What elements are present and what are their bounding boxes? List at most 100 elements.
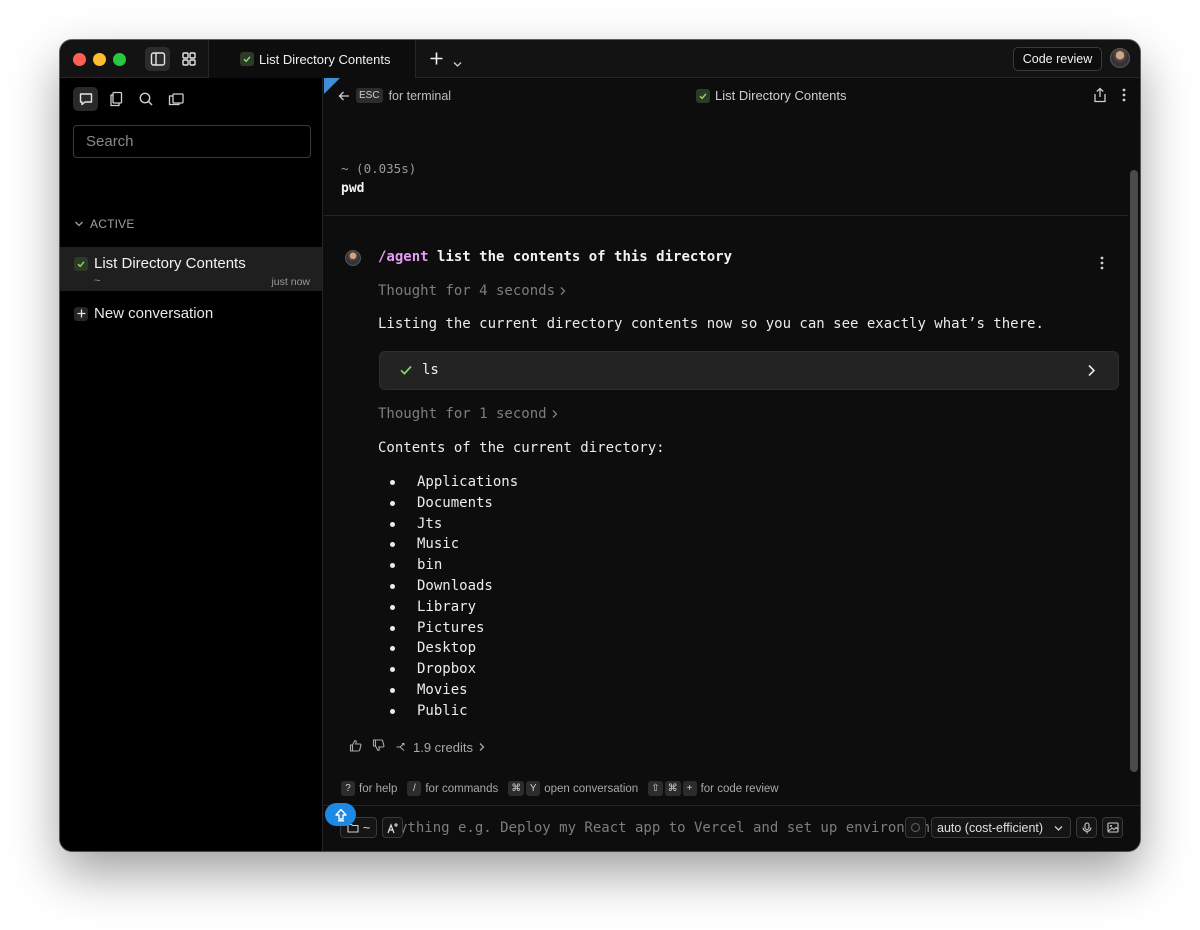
esc-key: ESC: [356, 88, 383, 103]
chevron-down-icon: [75, 221, 83, 227]
thought-label: Thought for 4 seconds: [378, 283, 556, 299]
shift-key: ⇧: [648, 781, 663, 796]
agent-prompt: /agent list the contents of this directo…: [378, 249, 732, 265]
search-input[interactable]: [73, 125, 311, 158]
app-window: List Directory Contents Code review Sear…: [60, 40, 1140, 851]
list-item: Dropbox: [390, 659, 518, 680]
new-conversation-button[interactable]: New conversation: [74, 305, 213, 322]
chevron-right-icon: [1088, 364, 1096, 377]
title-bar: List Directory Contents Code review: [60, 40, 1140, 78]
grid-icon: [181, 52, 196, 66]
grid-view-button[interactable]: [176, 47, 201, 71]
thumbs-down-icon: [372, 739, 385, 752]
thought-toggle-1[interactable]: Thought for 4 seconds: [378, 283, 567, 299]
feedback-row: 1.9 credits: [349, 739, 486, 755]
thumbs-up-button[interactable]: [349, 739, 362, 755]
command-block-text: ls: [422, 362, 439, 378]
check-icon: [240, 52, 254, 66]
search-tab[interactable]: [133, 87, 158, 111]
new-tab-menu-button[interactable]: [453, 55, 462, 73]
toggle-sidebar-button[interactable]: [145, 47, 170, 71]
attach-image-button[interactable]: [1102, 817, 1123, 838]
voice-input-button[interactable]: [1076, 817, 1097, 838]
fork-icon: [396, 742, 405, 751]
conversation-item[interactable]: List Directory Contents ~ just now: [60, 247, 322, 291]
plus-icon: [430, 52, 443, 65]
check-icon: [74, 257, 88, 271]
hint-label: for commands: [425, 782, 499, 795]
plus-icon: [74, 306, 88, 321]
spinner-icon: [910, 822, 921, 833]
warp-drive-floating-button[interactable]: [325, 803, 356, 826]
files-tab[interactable]: [103, 87, 128, 111]
scrollbar[interactable]: [1128, 168, 1140, 776]
arrow-up-icon: [334, 808, 347, 821]
auto-suggest-button[interactable]: [382, 817, 403, 838]
share-button[interactable]: [1092, 87, 1108, 108]
hint-label: open conversation: [544, 782, 639, 795]
command-meta: ~ (0.035s): [341, 161, 417, 176]
command-block[interactable]: ls: [379, 351, 1119, 390]
conversation-header: ESC for terminal List Directory Contents: [324, 78, 1140, 114]
cmd-key: ⌘: [508, 781, 525, 796]
zoom-window-button[interactable]: [113, 53, 126, 66]
user-avatar: [345, 250, 361, 266]
model-selector[interactable]: auto (cost-efficient): [931, 817, 1071, 838]
new-tab-button[interactable]: [429, 51, 444, 71]
chevron-down-icon: [453, 62, 462, 67]
status-spinner-button[interactable]: [905, 817, 926, 838]
hint-label: for help: [359, 782, 398, 795]
y-key: Y: [526, 781, 541, 796]
list-item: Applications: [390, 472, 518, 493]
agent-message: Listing the current directory contents n…: [378, 316, 1044, 332]
sidebar-icon: [150, 52, 165, 66]
credits-button[interactable]: 1.9 credits: [395, 740, 486, 755]
text-sparkle-icon: [386, 822, 398, 833]
directory-label: ~: [362, 820, 371, 835]
agent-command: /agent: [378, 249, 429, 265]
code-review-button[interactable]: Code review: [1013, 47, 1102, 71]
back-label: for terminal: [388, 88, 452, 103]
folder-stack-icon: [168, 93, 184, 106]
tab-list-directory[interactable]: List Directory Contents: [208, 40, 416, 78]
list-item: Desktop: [390, 638, 518, 659]
tab-title: List Directory Contents: [259, 51, 391, 67]
back-to-terminal[interactable]: ESC for terminal: [338, 88, 451, 103]
cmd-key: ⌘: [664, 781, 681, 796]
conversations-tab[interactable]: [73, 87, 98, 111]
header-title: List Directory Contents: [715, 88, 847, 103]
image-icon: [1106, 822, 1119, 833]
slash-key: /: [407, 781, 422, 796]
list-item: Pictures: [390, 618, 518, 639]
active-section-header[interactable]: ACTIVE: [74, 217, 135, 231]
thought-toggle-2[interactable]: Thought for 1 second: [378, 406, 559, 422]
close-window-button[interactable]: [73, 53, 86, 66]
message-options-button[interactable]: [1100, 256, 1104, 275]
new-conversation-label: New conversation: [94, 305, 214, 322]
previous-command-block[interactable]: ~ (0.035s) pwd: [324, 161, 1128, 216]
share-icon: [1094, 87, 1106, 103]
main-panel: ESC for terminal List Directory Contents…: [324, 78, 1140, 851]
conversation-time: just now: [271, 276, 310, 288]
list-item: Movies: [390, 680, 518, 701]
user-avatar[interactable]: [1110, 48, 1130, 68]
thumbs-up-icon: [349, 739, 362, 752]
model-label: auto (cost-efficient): [937, 820, 1044, 835]
list-item: Music: [390, 534, 518, 555]
thumbs-down-button[interactable]: [372, 739, 385, 755]
scrollbar-thumb[interactable]: [1130, 170, 1138, 772]
arrow-left-icon: [338, 91, 349, 100]
thought-label: Thought for 1 second: [378, 406, 547, 422]
check-icon: [696, 88, 710, 103]
header-actions: [1092, 87, 1126, 108]
sidebar: ACTIVE List Directory Contents ~ just no…: [60, 78, 323, 851]
drive-tab[interactable]: [163, 87, 188, 111]
minimize-window-button[interactable]: [93, 53, 106, 66]
keyboard-hints: ? for help / for commands ⌘ Y open conve…: [341, 781, 779, 796]
list-item: Public: [390, 701, 518, 722]
section-label: ACTIVE: [90, 217, 135, 231]
list-item: Library: [390, 597, 518, 618]
more-options-button[interactable]: [1122, 88, 1126, 107]
chevron-down-icon: [1054, 826, 1063, 831]
list-item: Documents: [390, 493, 518, 514]
